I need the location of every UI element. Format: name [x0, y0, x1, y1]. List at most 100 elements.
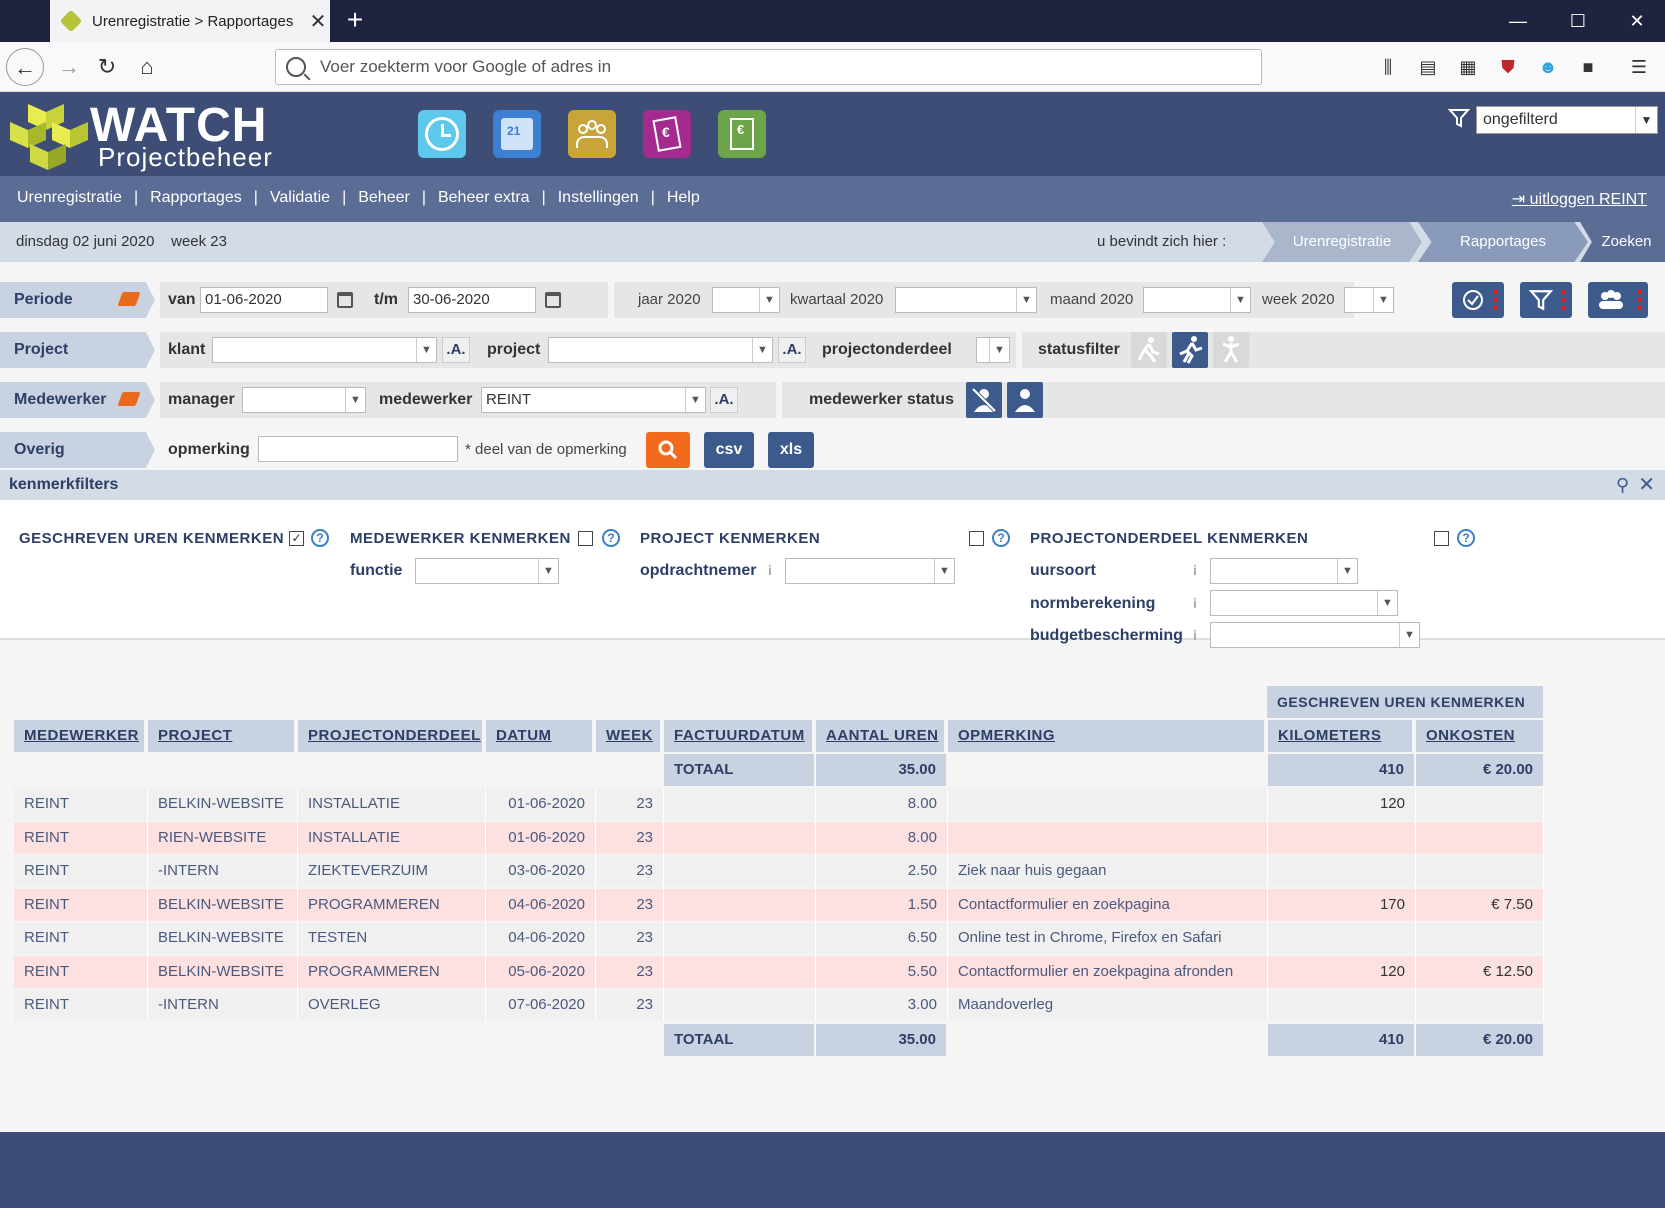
header-onkosten[interactable]: ONKOSTEN — [1416, 720, 1543, 752]
calendar-module-icon[interactable]: 21 — [493, 110, 541, 158]
klant-select[interactable]: ▼ — [212, 337, 437, 363]
menu-help[interactable]: Help — [667, 189, 700, 207]
header-kilometers[interactable]: KILOMETERS — [1268, 720, 1414, 752]
search-button[interactable] — [646, 432, 690, 468]
help-icon[interactable]: ? — [602, 529, 620, 547]
maand-select[interactable]: ▼ — [1143, 287, 1251, 313]
table-row[interactable]: REINT BELKIN-WEBSITE PROGRAMMEREN 05-06-202… — [14, 955, 1544, 988]
status-other-button[interactable] — [1213, 332, 1249, 368]
back-icon[interactable]: ← — [6, 48, 44, 86]
week-select[interactable]: ▼ — [1344, 287, 1394, 313]
jaar-select[interactable]: ▼ — [712, 287, 780, 313]
group-filter-button[interactable] — [1588, 282, 1648, 318]
budgetbescherming-select[interactable]: ▼ — [1210, 622, 1420, 648]
menu-validatie[interactable]: Validatie — [270, 189, 330, 207]
table-row[interactable]: REINT BELKIN-WEBSITE PROGRAMMEREN 04-06-202… — [14, 888, 1544, 921]
active-user-button[interactable] — [1007, 382, 1043, 418]
kwartaal-label: kwartaal 2020 — [790, 291, 884, 308]
table-cell-uren: 5.50 — [816, 955, 948, 988]
funnel-filter-button[interactable] — [1520, 282, 1572, 318]
help-icon[interactable]: ? — [311, 529, 329, 547]
help-icon[interactable]: ? — [992, 529, 1010, 547]
opmerking-input[interactable] — [258, 436, 458, 462]
xls-export-button[interactable]: xls — [768, 432, 814, 468]
invoice-module-icon[interactable]: € — [643, 110, 691, 158]
status-inactive-button[interactable] — [1131, 332, 1167, 368]
projectonderdeel-select[interactable]: ▼ — [976, 337, 1010, 363]
close-icon[interactable]: ✕ — [1638, 470, 1655, 500]
menu-instellingen[interactable]: Instellingen — [558, 189, 639, 207]
breadcrumb-rapportages[interactable]: Rapportages — [1418, 222, 1588, 262]
functie-select[interactable]: ▼ — [415, 558, 559, 584]
help-icon[interactable]: ? — [1457, 529, 1475, 547]
expenses-module-icon[interactable]: € — [718, 110, 766, 158]
normberekening-select[interactable]: ▼ — [1210, 590, 1398, 616]
header-opmerking[interactable]: OPMERKING — [948, 720, 1266, 752]
app-header: WATCH Projectbeheer 21 € € ongefilterd ▼ — [0, 92, 1665, 176]
sidebar-icon[interactable]: ▤ — [1415, 54, 1441, 80]
header-projectonderdeel[interactable]: PROJECTONDERDEEL — [298, 720, 484, 752]
tm-input[interactable]: 30-06-2020 — [408, 287, 536, 313]
pin-icon[interactable]: ⚲ — [1616, 470, 1629, 500]
uursoort-select[interactable]: ▼ — [1210, 558, 1358, 584]
projectonderdeel-kenmerken-checkbox[interactable] — [1434, 531, 1449, 546]
project-kenmerken-checkbox[interactable] — [969, 531, 984, 546]
window-close-button[interactable]: ✕ — [1609, 0, 1665, 42]
medewerker-a-button[interactable]: .A. — [710, 387, 738, 413]
menu-beheer[interactable]: Beheer — [358, 189, 410, 207]
table-row[interactable]: REINT BELKIN-WEBSITE INSTALLATIE 01-06-2020… — [14, 788, 1544, 820]
table-row[interactable]: REINT -INTERN OVERLEG 07-06-2020 23 3.00 Maand… — [14, 989, 1544, 1021]
tab-close-icon[interactable]: ✕ — [306, 9, 330, 34]
kenmerkfilters-title-text: kenmerkfilters — [9, 476, 119, 493]
csv-export-button[interactable]: csv — [704, 432, 754, 468]
window-maximize-button[interactable]: ☐ — [1550, 0, 1606, 42]
address-bar[interactable]: Voer zoekterm voor Google of adres in — [275, 49, 1262, 85]
header-factuurdatum[interactable]: FACTUURDATUM — [664, 720, 814, 752]
table-row[interactable]: REINT BELKIN-WEBSITE TESTEN 04-06-2020 23 6.5… — [14, 922, 1544, 954]
menu-rapportages[interactable]: Rapportages — [150, 189, 242, 207]
ublock-icon[interactable]: ⛊ — [1495, 54, 1521, 80]
breadcrumb-urenregistratie[interactable]: Urenregistratie — [1262, 222, 1422, 262]
header-project[interactable]: PROJECT — [148, 720, 296, 752]
browser-tab[interactable]: Urenregistratie > Rapportages ✕ — [50, 0, 330, 42]
calendar-icon[interactable] — [545, 292, 561, 308]
team-module-icon[interactable] — [568, 110, 616, 158]
qr-code-icon[interactable]: ▦ — [1455, 54, 1481, 80]
menu-beheer-extra[interactable]: Beheer extra — [438, 189, 530, 207]
project-a-button[interactable]: .A. — [778, 337, 806, 363]
filter-select[interactable]: ongefilterd ▼ — [1476, 106, 1658, 134]
klant-label: klant — [168, 341, 206, 358]
header-week[interactable]: WEEK — [596, 720, 662, 752]
geschreven-uren-checkbox[interactable]: ✓ — [289, 531, 304, 546]
calendar-icon[interactable] — [337, 292, 353, 308]
medewerker-kenmerken-checkbox[interactable] — [578, 531, 593, 546]
hamburger-menu-icon[interactable]: ☰ — [1626, 54, 1652, 80]
project-select[interactable]: ▼ — [548, 337, 773, 363]
table-row[interactable]: REINT RIEN-WEBSITE INSTALLATIE 01-06-2020 23… — [14, 821, 1544, 854]
clock-module-icon[interactable] — [418, 110, 466, 158]
new-tab-button[interactable]: + — [338, 4, 372, 38]
status-active-button[interactable] — [1172, 332, 1208, 368]
window-minimize-button[interactable]: — — [1490, 0, 1546, 42]
extension-icon[interactable]: ■ — [1575, 54, 1601, 80]
table-row[interactable]: REINT -INTERN ZIEKTEVERZUIM 03-06-2020 23 2.5… — [14, 855, 1544, 887]
home-icon[interactable]: ⌂ — [128, 48, 166, 86]
kwartaal-select[interactable]: ▼ — [895, 287, 1037, 313]
logout-link[interactable]: ⇥ uitloggen REINT — [1512, 189, 1647, 209]
header-medewerker[interactable]: MEDEWERKER — [14, 720, 146, 752]
table-cell-opmerking: Online test in Chrome, Firefox en Safari — [948, 922, 1268, 954]
van-input[interactable]: 01-06-2020 — [200, 287, 328, 313]
menu-urenregistratie[interactable]: Urenregistratie — [17, 189, 122, 207]
ghostery-icon[interactable]: ☻ — [1535, 54, 1561, 80]
manager-select[interactable]: ▼ — [242, 387, 366, 413]
opdrachtnemer-select[interactable]: ▼ — [785, 558, 955, 584]
klant-a-button[interactable]: .A. — [442, 337, 470, 363]
header-datum[interactable]: DATUM — [486, 720, 594, 752]
validate-filter-button[interactable] — [1452, 282, 1504, 318]
forward-icon[interactable]: → — [50, 48, 88, 86]
library-icon[interactable]: ⫼ — [1375, 54, 1401, 80]
reload-icon[interactable]: ↻ — [88, 48, 126, 86]
header-aantal-uren[interactable]: AANTAL UREN — [816, 720, 946, 752]
inactive-user-button[interactable] — [966, 382, 1002, 418]
medewerker-select[interactable]: REINT ▼ — [481, 387, 706, 413]
